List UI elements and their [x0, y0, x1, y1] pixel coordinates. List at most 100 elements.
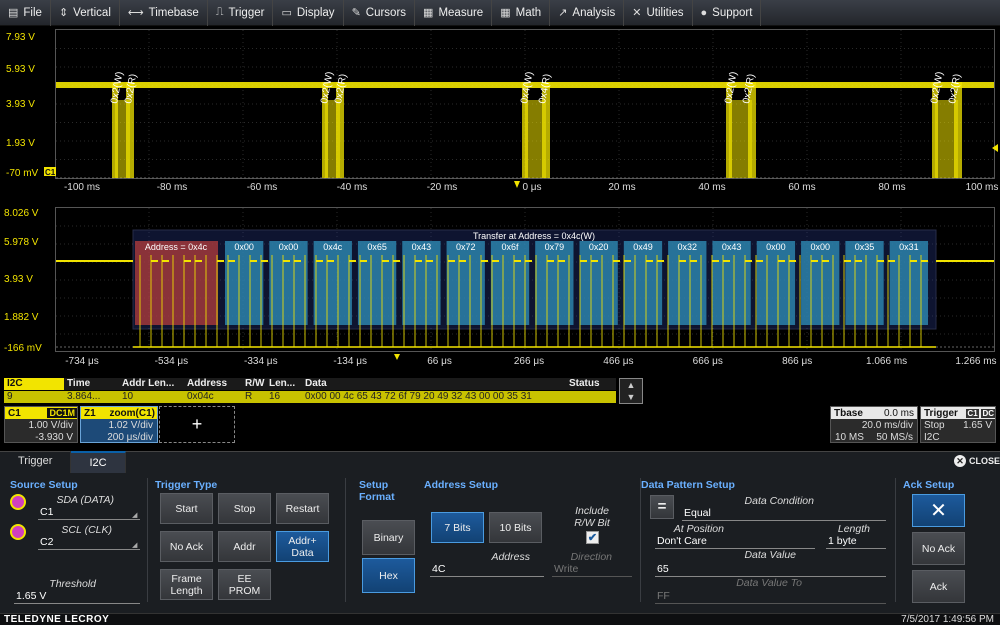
tab-i2c[interactable]: I2C — [71, 451, 126, 473]
hex-button[interactable]: Hex — [362, 558, 415, 593]
data-byte-label: 0x31 — [899, 242, 919, 252]
scroll-up-icon[interactable]: ▲ — [627, 380, 636, 390]
address-setup-title: Address Setup — [424, 479, 499, 491]
include-rw-checkbox[interactable]: ✔ — [586, 531, 599, 544]
tab-trigger[interactable]: Trigger — [0, 451, 72, 473]
c1-header: C1 DC1M — [5, 407, 77, 419]
col-rw[interactable]: R/W — [242, 378, 266, 390]
data-byte-label: 0x00 — [234, 242, 254, 252]
data-byte-frame — [313, 241, 352, 325]
data-byte-label: 0x49 — [633, 242, 653, 252]
scl-dropdown-icon[interactable]: ◢ — [132, 541, 137, 549]
length-label: Length — [837, 523, 870, 535]
trigger-descriptor[interactable]: Trigger C1 DC Stop 1.65 V I2C — [920, 406, 996, 443]
length-select[interactable]: 1 byte — [826, 535, 886, 549]
timebase-descriptor[interactable]: Tbase 0.0 ms 20.0 ms/div 10 MS 50 MS/s — [830, 406, 918, 443]
threshold-label: Threshold — [49, 578, 96, 590]
stop-button[interactable]: Stop — [218, 493, 271, 524]
start-button[interactable]: Start — [160, 493, 213, 524]
addr-button[interactable]: Addr — [218, 531, 271, 562]
dont-care-ack-button[interactable]: ✕ — [912, 494, 965, 527]
c1-vdiv: 1.00 V/div — [28, 420, 73, 431]
col-len[interactable]: Len... — [266, 378, 302, 390]
direction-select[interactable]: Write — [552, 563, 632, 577]
data-value-input[interactable]: 65 — [655, 563, 886, 577]
trigger-title: Trigger — [924, 407, 958, 419]
data-byte-frame — [490, 241, 530, 325]
col-time[interactable]: Time — [64, 378, 119, 390]
scl-select[interactable]: C2 — [38, 536, 140, 550]
y-label: 1.882 V — [4, 312, 39, 323]
x-label: 266 μs — [513, 356, 545, 367]
transfer-label: Transfer at Address = 0x4c(W) — [473, 231, 595, 241]
row-status — [566, 391, 616, 403]
close-button[interactable]: ✕ CLOSE — [954, 455, 1000, 467]
ee-prom-button[interactable]: EE PROM — [218, 569, 271, 600]
row-index: 9 — [7, 391, 13, 402]
data-byte-frame — [535, 241, 574, 325]
sda-select[interactable]: C1 — [38, 506, 140, 520]
direction-label: Direction — [570, 551, 612, 563]
no-ack-trigger-button[interactable]: No Ack — [160, 531, 213, 562]
data-byte-frame — [579, 241, 618, 325]
c1-descriptor[interactable]: C1 DC1M 1.00 V/div -3.930 V — [4, 406, 78, 443]
data-byte-frame — [269, 241, 308, 325]
data-value-to-input[interactable]: FF — [655, 590, 886, 604]
frame-length-button[interactable]: Frame Length — [160, 569, 213, 600]
addr-data-button[interactable]: Addr+ Data — [276, 531, 329, 562]
row-time: 3.864... — [67, 391, 101, 402]
table-scroll-buttons[interactable]: ▲ ▼ — [619, 378, 643, 404]
data-byte-frame — [845, 241, 884, 325]
7-bits-button[interactable]: 7 Bits — [431, 512, 484, 543]
trigger-header: Trigger C1 DC — [921, 407, 995, 419]
equal-icon-button[interactable]: = — [650, 495, 674, 519]
timebase-delay: 0.0 ms — [883, 407, 914, 419]
threshold-input[interactable]: 1.65 V — [14, 590, 140, 604]
y-label: 3.93 V — [4, 274, 33, 285]
at-position-select[interactable]: Don't Care — [655, 535, 815, 549]
scl-label: SCL (CLK) — [61, 524, 112, 536]
close-icon: ✕ — [954, 455, 966, 467]
x-label: 1.266 ms — [955, 356, 997, 367]
timebase-rates: 10 MS 50 MS/s — [835, 432, 913, 444]
timebase-title: Tbase — [834, 407, 863, 419]
c1-offset: -3.930 V — [35, 432, 73, 443]
no-ack-button[interactable]: No Ack — [912, 532, 965, 565]
trigger-type: I2C — [924, 432, 940, 443]
timebase-tdiv: 20.0 ms/div — [861, 420, 913, 431]
ack-button[interactable]: Ack — [912, 570, 965, 603]
divider — [147, 478, 148, 602]
restart-button[interactable]: Restart — [276, 493, 329, 524]
data-byte-label: 0x6f — [502, 242, 520, 252]
col-addr-len[interactable]: Addr Len... — [119, 378, 184, 390]
col-status[interactable]: Status — [566, 378, 616, 390]
address-input[interactable]: 4C — [430, 563, 544, 577]
col-address[interactable]: Address — [184, 378, 242, 390]
table-row[interactable]: 9 3.864... 10 0x04c R 16 0x00 00 4c 65 4… — [4, 391, 616, 403]
data-byte-label: 0x72 — [456, 242, 476, 252]
z1-descriptor[interactable]: Z1 zoom(C1) 1.02 V/div 200 μs/div — [80, 406, 158, 443]
divider — [640, 478, 641, 602]
data-byte-label: 0x43 — [722, 242, 742, 252]
add-trace-button[interactable]: + — [159, 406, 235, 443]
data-byte-label: 0x35 — [855, 242, 875, 252]
col-data[interactable]: Data — [302, 378, 566, 390]
trigger-body: Stop 1.65 V I2C — [921, 419, 995, 445]
x-label: -334 μs — [244, 356, 278, 367]
data-condition-label: Data Condition — [744, 495, 814, 507]
data-byte-label: 0x32 — [678, 242, 698, 252]
10-bits-button[interactable]: 10 Bits — [489, 512, 542, 543]
x-label: 466 μs — [603, 356, 634, 367]
trigger-level: 1.65 V — [963, 420, 992, 431]
i2c-decoder-table[interactable]: I2C Time Addr Len... Address R/W Len... … — [4, 378, 616, 404]
sda-dropdown-icon[interactable]: ◢ — [132, 511, 137, 519]
source-setup-title: Source Setup — [10, 479, 78, 491]
x-icon: ✕ — [930, 499, 947, 522]
binary-button[interactable]: Binary — [362, 520, 415, 555]
x-label: -734 μs — [65, 356, 99, 367]
data-condition-select[interactable]: Equal — [682, 507, 886, 521]
scroll-down-icon[interactable]: ▼ — [627, 392, 636, 402]
include-rw-label: Include R/W Bit — [574, 505, 610, 529]
decoder-tag: I2C — [4, 378, 64, 390]
x-label: 866 μs — [782, 356, 813, 367]
